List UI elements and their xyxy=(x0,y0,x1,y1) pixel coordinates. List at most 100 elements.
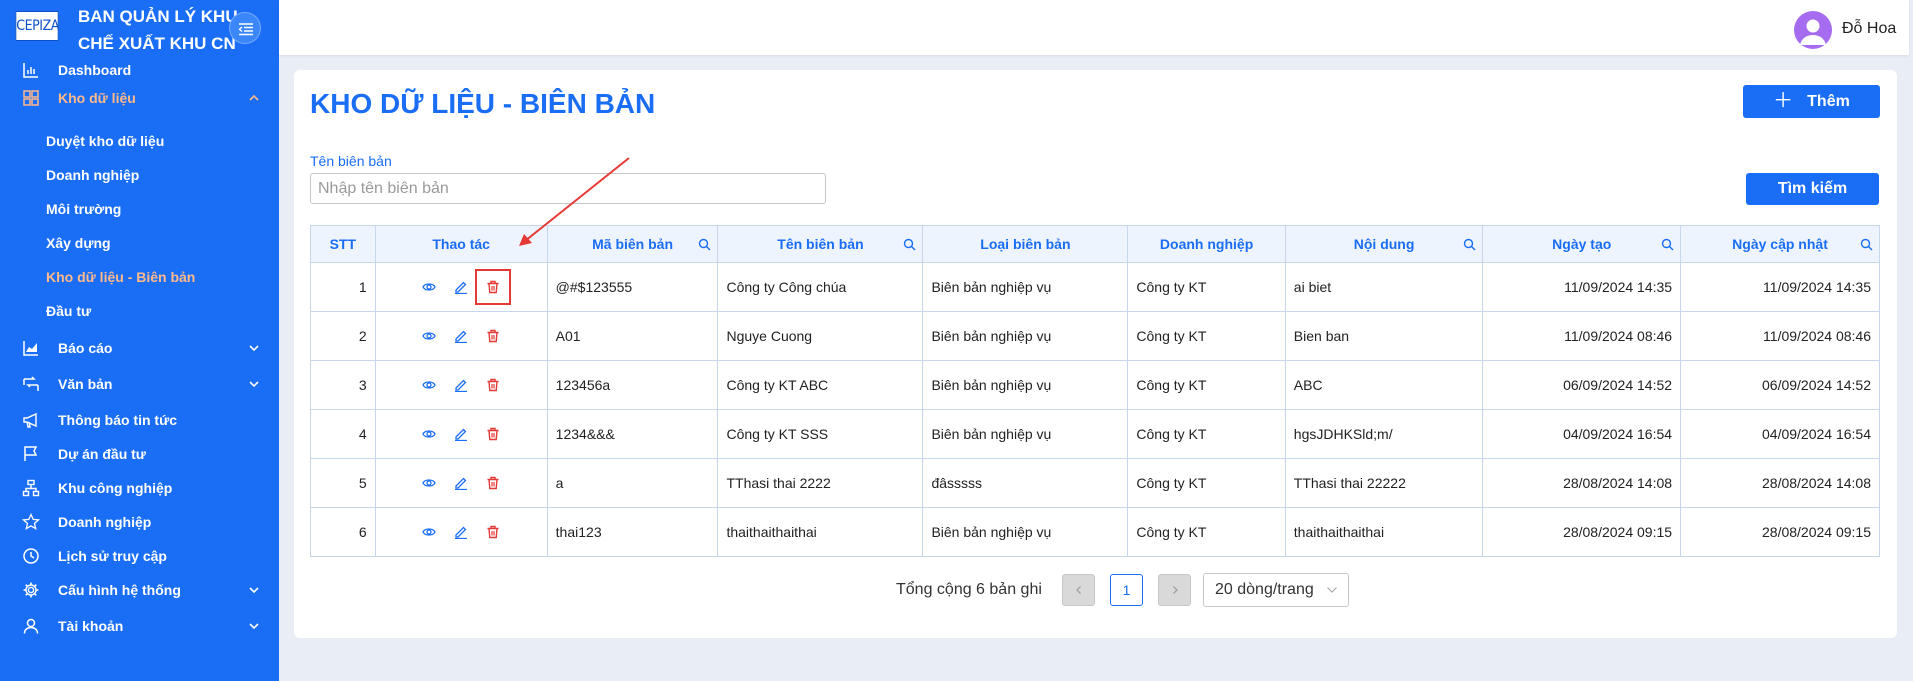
next-page-button[interactable] xyxy=(1158,574,1191,606)
view-icon[interactable] xyxy=(419,277,439,297)
delete-icon[interactable] xyxy=(483,375,503,395)
sidebar-item-dashboard[interactable]: Dashboard xyxy=(0,55,279,85)
page-size-select[interactable]: 20 dòng/trang xyxy=(1203,573,1349,607)
table-row: 6 thai123 thaithaithaithai Biên bản nghiệp … xyxy=(310,507,1880,557)
delete-icon[interactable] xyxy=(483,424,503,444)
page-number-button[interactable]: 1 xyxy=(1110,574,1143,606)
org-chart-icon xyxy=(22,479,40,497)
sidebar-item-thong-bao[interactable]: Thông báo tin tức xyxy=(0,405,279,435)
edit-icon[interactable] xyxy=(451,424,471,444)
prev-page-button[interactable] xyxy=(1062,574,1095,606)
col-header-ngay-cap-nhat[interactable]: Ngày cập nhật xyxy=(1680,225,1880,263)
table-header-row: STT Thao tác Mã biên bản Tên biên bản Lo… xyxy=(310,225,1880,263)
table-cell: @#$123555 xyxy=(546,262,719,312)
chevron-down-icon xyxy=(249,587,259,594)
table-cell: thaithaithaithai xyxy=(717,507,924,557)
table-cell: Công ty KT xyxy=(1127,507,1286,557)
sidebar-item-du-an[interactable]: Dự án đầu tư xyxy=(0,439,279,469)
col-header-ten-bien-ban[interactable]: Tên biên bản xyxy=(717,225,924,263)
table-cell: Bien ban xyxy=(1284,311,1484,361)
view-icon[interactable] xyxy=(419,326,439,346)
sidebar-subitem-xay-dung[interactable]: Xây dựng xyxy=(46,235,111,251)
sidebar-item-doanh-nghiep[interactable]: Doanh nghiệp xyxy=(0,507,279,537)
table-cell: 11/09/2024 08:46 xyxy=(1482,311,1682,361)
delete-icon[interactable] xyxy=(475,269,512,305)
add-button[interactable]: ＋ Thêm xyxy=(1743,85,1880,118)
search-icon[interactable] xyxy=(903,238,916,251)
user-icon xyxy=(23,618,39,634)
edit-icon[interactable] xyxy=(451,375,471,395)
delete-icon[interactable] xyxy=(483,326,503,346)
table-cell: 1234&&& xyxy=(546,409,719,459)
table-cell: TThasi thai 22222 xyxy=(1284,458,1484,508)
sidebar-item-lich-su[interactable]: Lịch sử truy cập xyxy=(0,541,279,571)
plus-icon: ＋ xyxy=(1773,90,1794,112)
sidebar-item-kho-du-lieu[interactable]: Kho dữ liệu xyxy=(0,83,279,113)
table-cell: ai biet xyxy=(1284,262,1484,312)
view-icon[interactable] xyxy=(419,473,439,493)
col-header-stt[interactable]: STT xyxy=(310,225,376,263)
sidebar-item-cau-hinh[interactable]: Cấu hình hệ thống xyxy=(0,575,279,605)
logo: CEPIZA xyxy=(15,11,59,41)
clock-icon xyxy=(23,548,39,564)
col-header-ma-bien-ban[interactable]: Mã biên bản xyxy=(546,225,719,263)
sidebar-item-van-ban[interactable]: Văn bản xyxy=(0,369,279,399)
col-header-ngay-tao[interactable]: Ngày tạo xyxy=(1482,225,1682,263)
sidebar: CEPIZA BAN QUẢN LÝ KHU CHẾ XUẤT KHU CN D… xyxy=(0,0,279,681)
sidebar-item-tai-khoan[interactable]: Tài khoản xyxy=(0,611,279,641)
view-icon[interactable] xyxy=(419,375,439,395)
menu-toggle-button[interactable] xyxy=(229,12,261,44)
sidebar-subitem-moi-truong[interactable]: Môi trường xyxy=(46,201,121,217)
avatar[interactable] xyxy=(1794,11,1832,49)
delete-icon[interactable] xyxy=(483,473,503,493)
table-cell: a xyxy=(546,458,719,508)
edit-icon[interactable] xyxy=(451,277,471,297)
table-cell: 28/08/2024 14:08 xyxy=(1482,458,1682,508)
sidebar-subitem-bien-ban[interactable]: Kho dữ liệu - Biên bản xyxy=(46,269,195,285)
table-cell: Công ty KT xyxy=(1127,311,1286,361)
brand-title: BAN QUẢN LÝ KHU CHẾ XUẤT KHU CN xyxy=(78,7,238,53)
sidebar-item-khu-cong-nghiep[interactable]: Khu công nghiệp xyxy=(0,473,279,503)
table-cell: Công ty KT xyxy=(1127,262,1286,312)
search-icon[interactable] xyxy=(1463,238,1476,251)
view-icon[interactable] xyxy=(419,522,439,542)
table-cell: ABC xyxy=(1284,360,1484,410)
user-name[interactable]: Đỗ Hoa xyxy=(1842,20,1896,38)
edit-icon[interactable] xyxy=(451,473,471,493)
sidebar-item-bao-cao[interactable]: Báo cáo xyxy=(0,333,279,363)
table-cell: Biên bản nghiệp vụ xyxy=(922,409,1129,459)
actions-cell xyxy=(374,262,548,312)
edit-icon[interactable] xyxy=(451,326,471,346)
table-cell: Công ty KT xyxy=(1127,360,1286,410)
table-cell: 3 xyxy=(310,360,376,410)
edit-icon[interactable] xyxy=(451,522,471,542)
ten-bien-ban-input[interactable] xyxy=(310,173,826,204)
chevron-down-icon xyxy=(1327,587,1337,593)
chevron-down-icon xyxy=(249,345,259,352)
table-cell: 04/09/2024 16:54 xyxy=(1680,409,1880,459)
col-header-doanh-nghiep[interactable]: Doanh nghiệp xyxy=(1127,225,1286,263)
sidebar-subitem-doanh-nghiep[interactable]: Doanh nghiệp xyxy=(46,167,139,183)
table-cell: Công ty KT xyxy=(1127,458,1286,508)
col-header-loai-bien-ban[interactable]: Loại biên bản xyxy=(922,225,1129,263)
col-header-noi-dung[interactable]: Nội dung xyxy=(1284,225,1484,263)
area-chart-icon xyxy=(23,341,38,356)
view-icon[interactable] xyxy=(419,424,439,444)
table-cell: A01 xyxy=(546,311,719,361)
search-icon[interactable] xyxy=(1661,238,1674,251)
sidebar-subitem-dau-tu[interactable]: Đầu tư xyxy=(46,303,91,319)
bar-chart-icon xyxy=(23,63,38,78)
delete-icon[interactable] xyxy=(483,522,503,542)
actions-cell xyxy=(374,311,548,361)
table-cell: Biên bản nghiệp vụ xyxy=(922,311,1129,361)
search-button[interactable]: Tìm kiếm xyxy=(1746,173,1879,205)
table-cell: 28/08/2024 14:08 xyxy=(1680,458,1880,508)
top-bar xyxy=(279,0,1909,55)
sidebar-subitem-duyet-kho[interactable]: Duyệt kho dữ liệu xyxy=(46,133,164,149)
table-cell: đâsssss xyxy=(922,458,1129,508)
megaphone-icon xyxy=(23,412,37,428)
search-icon[interactable] xyxy=(698,238,711,251)
total-records: Tổng cộng 6 bản ghi xyxy=(896,581,1042,598)
table-cell: Nguye Cuong xyxy=(717,311,924,361)
search-icon[interactable] xyxy=(1860,238,1873,251)
